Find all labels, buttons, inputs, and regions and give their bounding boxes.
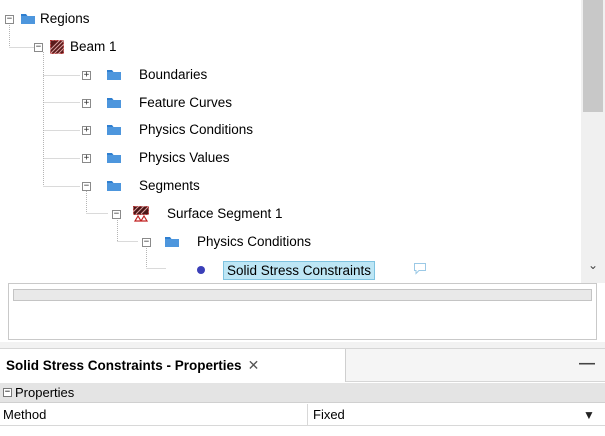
tree-item-physics-values[interactable]: + Physics Values: [0, 148, 560, 170]
tree-item-physics-conditions-nested[interactable]: − Physics Conditions: [0, 232, 560, 254]
section-label: Properties: [15, 385, 75, 400]
folder-icon: [164, 234, 180, 248]
tree-item-label: Boundaries: [139, 67, 208, 82]
tree-item-beam-1[interactable]: − Beam 1: [0, 37, 560, 59]
method-value-select[interactable]: Fixed: [313, 407, 345, 422]
scrollbar-thumb[interactable]: [583, 0, 603, 112]
segment-icon: [133, 206, 149, 222]
folder-icon: [106, 178, 122, 192]
close-icon[interactable]: ✕: [248, 357, 260, 374]
tree-item-label: Regions: [40, 11, 90, 26]
node-dot-icon: [196, 265, 206, 275]
folder-icon: [106, 122, 122, 136]
property-name: Method: [3, 407, 47, 422]
tree-item-label: Physics Conditions: [197, 234, 312, 249]
collapse-toggle[interactable]: −: [5, 15, 14, 24]
tree-item-label-selected: Solid Stress Constraints: [223, 261, 376, 280]
tree-item-label: Beam 1: [70, 39, 117, 54]
properties-section-header[interactable]: − Properties: [0, 383, 605, 403]
tree-item-surface-segment-1[interactable]: − Surface Segment 1: [0, 204, 560, 226]
tree-item-label: Surface Segment 1: [167, 206, 283, 221]
properties-tab-title: Solid Stress Constraints - Properties: [6, 358, 242, 373]
tree-item-segments[interactable]: − Segments: [0, 176, 560, 198]
tree-item-physics-conditions[interactable]: + Physics Conditions: [0, 120, 560, 142]
tree-item-label: Physics Values: [139, 150, 230, 165]
expand-toggle[interactable]: +: [82, 154, 91, 163]
folder-icon: [20, 11, 36, 25]
expand-toggle[interactable]: +: [82, 99, 91, 108]
collapse-toggle[interactable]: −: [112, 210, 121, 219]
progress-bar: [13, 289, 592, 301]
column-divider: [307, 404, 308, 426]
simulation-tree: − Regions − Beam 1 + Boundaries + Featur…: [0, 0, 605, 283]
tree-vertical-scrollbar[interactable]: ⌄: [581, 0, 605, 283]
folder-icon: [106, 95, 122, 109]
folder-icon: [106, 150, 122, 164]
tree-item-label: Feature Curves: [139, 95, 233, 110]
properties-panel: Solid Stress Constraints - Properties ✕ …: [0, 348, 605, 436]
dropdown-arrow-icon[interactable]: ▼: [583, 408, 595, 422]
expand-toggle[interactable]: +: [82, 126, 91, 135]
expand-toggle[interactable]: +: [82, 71, 91, 80]
tree-item-boundaries[interactable]: + Boundaries: [0, 65, 560, 87]
region-icon: [50, 40, 64, 54]
collapse-toggle[interactable]: −: [82, 182, 91, 191]
tree-item-solid-stress-constraints[interactable]: Solid Stress Constraints: [0, 259, 560, 281]
comment-icon[interactable]: [413, 262, 427, 275]
collapse-toggle[interactable]: −: [3, 388, 12, 397]
minimize-icon[interactable]: —: [579, 355, 595, 373]
tab-properties[interactable]: Solid Stress Constraints - Properties ✕: [0, 349, 346, 382]
output-pane: [8, 283, 597, 340]
properties-tab-bar: Solid Stress Constraints - Properties ✕ …: [0, 348, 605, 382]
tree-item-feature-curves[interactable]: + Feature Curves: [0, 93, 560, 115]
tree-item-regions[interactable]: − Regions: [0, 9, 560, 31]
tree-item-label: Segments: [139, 178, 200, 193]
collapse-toggle[interactable]: −: [34, 43, 43, 52]
tree-item-label: Physics Conditions: [139, 122, 254, 137]
property-row-method[interactable]: Method Fixed ▼: [0, 404, 605, 426]
collapse-toggle[interactable]: −: [142, 238, 151, 247]
scroll-down-icon[interactable]: ⌄: [581, 253, 605, 277]
folder-icon: [106, 67, 122, 81]
